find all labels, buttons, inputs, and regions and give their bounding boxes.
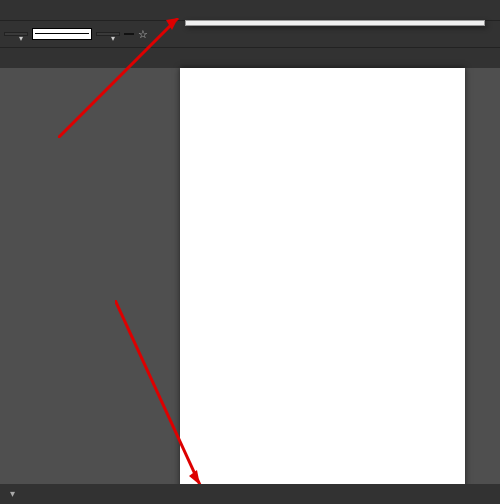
stroke-preview[interactable] [32,28,92,40]
menubar [0,0,500,20]
zoom-select[interactable] [4,32,28,36]
canvas-area[interactable] [0,68,500,484]
star-icon: ☆ [138,28,148,41]
document-tab[interactable] [0,48,500,68]
status-bar: ▾ [0,484,500,504]
chevron-down-icon[interactable]: ▾ [10,489,15,500]
points-value[interactable] [124,33,134,35]
stroke-type-select[interactable] [96,32,120,36]
artboard[interactable] [180,68,465,498]
window-menu-dropdown [185,20,485,26]
